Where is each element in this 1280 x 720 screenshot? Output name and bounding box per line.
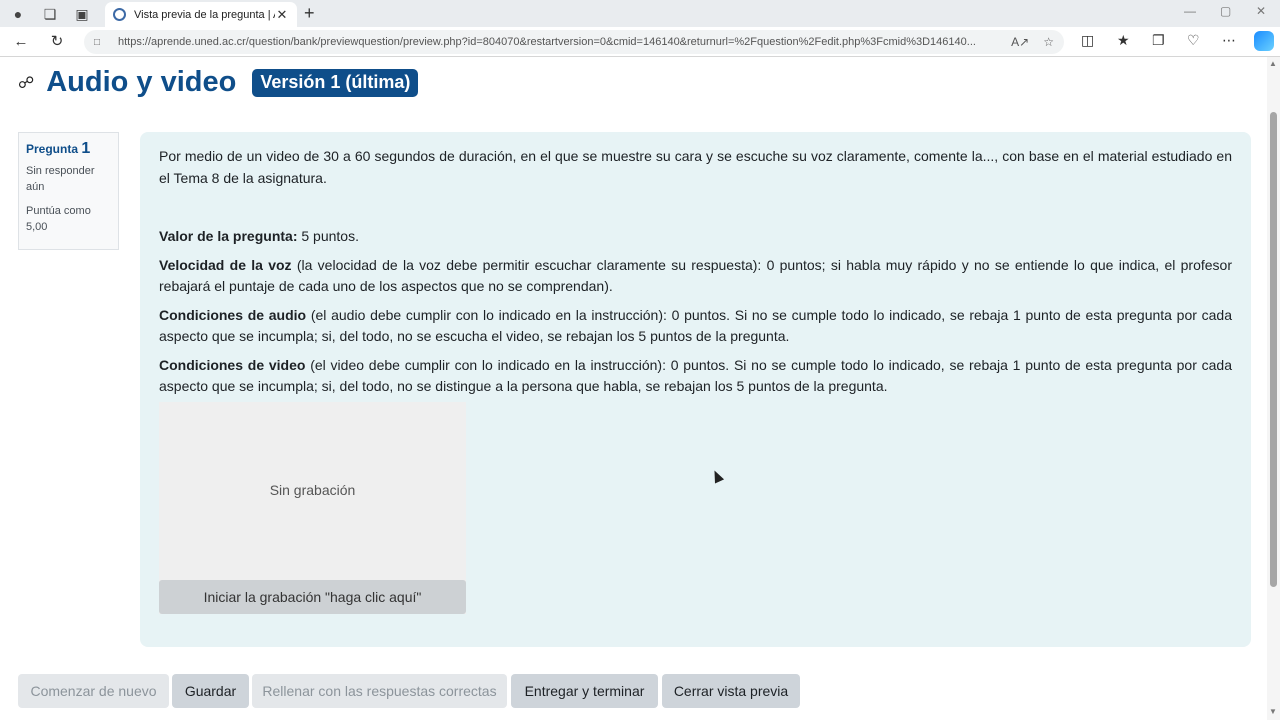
question-status: Sin responder aún <box>26 165 95 193</box>
url-field[interactable]: □ https://aprende.uned.ac.cr/question/ba… <box>84 30 1064 54</box>
page-heading: ☍ Audio y video Versión 1 (última) <box>18 66 419 99</box>
minimize-icon[interactable]: — <box>1184 4 1196 18</box>
criteria-text: (el video debe cumplir con lo indicado e… <box>159 356 1232 395</box>
favorites-icon[interactable]: ★ <box>1117 32 1130 49</box>
site-favicon-icon <box>113 8 126 21</box>
more-menu-icon[interactable]: ⋯ <box>1222 32 1236 49</box>
tab-title: Vista previa de la pregunta | Apr <box>134 8 275 21</box>
question-intro: Por medio de un video de 30 a 60 segundo… <box>159 148 1232 186</box>
criteria-label: Condiciones de video <box>159 356 306 373</box>
headset-icon: ☍ <box>18 74 35 92</box>
browser-tab-bar: ● ❏ ▣ Vista previa de la pregunta | Apr … <box>0 0 1280 27</box>
question-info-panel: Pregunta 1 Sin responder aún Puntúa como… <box>18 132 119 250</box>
profile-icon[interactable]: ● <box>8 4 28 24</box>
start-recording-button[interactable]: Iniciar la grabación "haga clic aquí" <box>159 580 466 614</box>
page-scrollbar[interactable]: ▲ ▼ <box>1267 57 1280 720</box>
criteria-item: Condiciones de video (el video debe cump… <box>159 355 1232 398</box>
criteria-item: Valor de la pregunta: 5 puntos. <box>159 226 1232 248</box>
criteria-item: Condiciones de audio (el audio debe cump… <box>159 305 1232 348</box>
criteria-label: Condiciones de audio <box>159 306 307 323</box>
criteria-label: Valor de la pregunta: <box>159 228 298 244</box>
collections-icon[interactable]: ❐ <box>1152 32 1165 49</box>
question-number: Pregunta 1 <box>26 141 111 157</box>
fill-correct-button[interactable]: Rellenar con las respuestas correctas <box>252 674 507 708</box>
lock-icon: □ <box>94 36 101 48</box>
criteria-text: (el audio debe cumplir con lo indicado e… <box>159 306 1232 345</box>
criteria-text: (la velocidad de la voz debe permitir es… <box>159 256 1232 295</box>
criteria-label: Velocidad de la voz <box>159 256 292 273</box>
scrollbar-thumb[interactable] <box>1270 112 1277 587</box>
maximize-icon[interactable]: ▢ <box>1220 4 1231 18</box>
browser-tab-active[interactable]: Vista previa de la pregunta | Apr ✕ <box>105 2 297 27</box>
version-badge: Versión 1 (última) <box>252 68 419 97</box>
save-button[interactable]: Guardar <box>172 674 249 708</box>
close-tab-icon[interactable]: ✕ <box>275 7 289 23</box>
submit-and-finish-button[interactable]: Entregar y terminar <box>511 674 658 708</box>
copilot-icon[interactable] <box>1254 31 1274 51</box>
page-title: Audio y video <box>46 66 237 98</box>
favorite-star-icon[interactable]: ☆ <box>1043 35 1054 49</box>
browser-essentials-icon[interactable]: ♡ <box>1187 32 1200 49</box>
back-icon[interactable]: ← <box>10 32 32 52</box>
scroll-up-icon[interactable]: ▲ <box>1269 59 1277 68</box>
reload-icon[interactable]: ↻ <box>46 32 68 52</box>
question-number-value: 1 <box>81 140 91 157</box>
tab-actions-icon[interactable]: ▣ <box>72 4 92 24</box>
question-label: Pregunta <box>26 142 79 156</box>
close-preview-button[interactable]: Cerrar vista previa <box>662 674 800 708</box>
scroll-down-icon[interactable]: ▼ <box>1269 707 1277 716</box>
question-grade: Puntúa como 5,00 <box>26 205 91 233</box>
split-screen-icon[interactable]: ◫ <box>1081 32 1094 49</box>
criteria-text: 5 puntos. <box>297 228 359 244</box>
restart-button[interactable]: Comenzar de nuevo <box>18 674 169 708</box>
read-aloud-icon[interactable]: A↗ <box>1011 35 1029 49</box>
question-content: Por medio de un video de 30 a 60 segundo… <box>140 132 1251 647</box>
recorder-status: Sin grabación <box>269 482 356 498</box>
workspaces-icon[interactable]: ❏ <box>40 4 60 24</box>
url-text: https://aprende.uned.ac.cr/question/bank… <box>118 36 976 48</box>
new-tab-icon[interactable]: + <box>304 3 315 24</box>
criteria-item: Velocidad de la voz (la velocidad de la … <box>159 255 1232 298</box>
close-window-icon[interactable]: ✕ <box>1256 4 1266 18</box>
